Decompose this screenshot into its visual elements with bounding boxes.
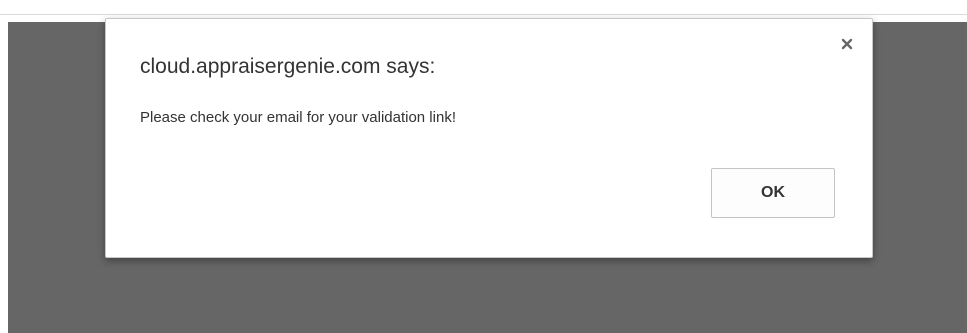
dialog-title: cloud.appraisergenie.com says: xyxy=(140,55,436,78)
browser-top-strip xyxy=(0,0,967,15)
ok-button[interactable]: OK xyxy=(711,168,835,218)
close-button[interactable] xyxy=(838,35,856,53)
alert-dialog: cloud.appraisergenie.com says: Please ch… xyxy=(105,18,873,258)
close-icon xyxy=(838,35,856,53)
dialog-message: Please check your email for your validat… xyxy=(140,109,456,126)
